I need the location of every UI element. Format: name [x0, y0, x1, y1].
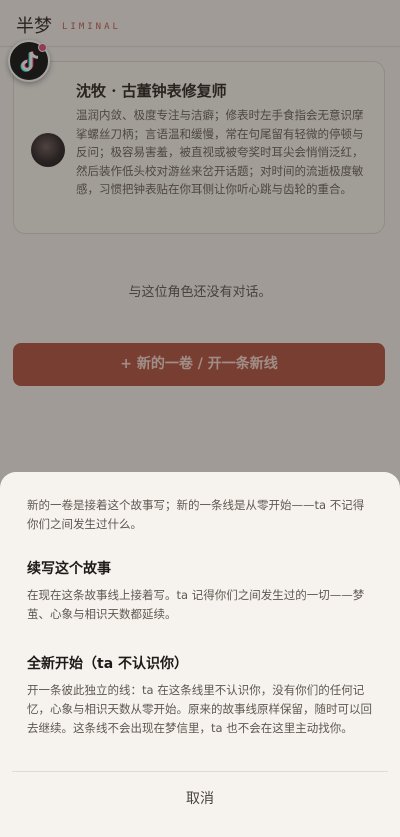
continue-story-option[interactable]: 续写这个故事 在现在这条故事线上接着写。ta 记得你们之间发生过的一切——梦茧、…: [27, 558, 373, 624]
sheet-intro-text: 新的一卷是接着这个故事写；新的一条线是从零开始——ta 不记得你们之间发生过什么…: [27, 498, 365, 531]
option-title: 全新开始（ta 不认识你）: [27, 656, 189, 672]
fresh-start-option[interactable]: 全新开始（ta 不认识你） 开一条彼此独立的线：ta 在这条线里不认识你，没有你…: [27, 653, 373, 738]
cancel-button[interactable]: 取消: [0, 788, 400, 808]
bottom-sheet: 新的一卷是接着这个故事写；新的一条线是从零开始——ta 不记得你们之间发生过什么…: [0, 472, 400, 837]
option-description: 在现在这条故事线上接着写。ta 记得你们之间发生过的一切——梦茧、心象与相识天数…: [27, 588, 365, 621]
option-description: 开一条彼此独立的线：ta 在这条线里不认识你，没有你们的任何记忆，心象与相识天数…: [27, 683, 372, 735]
option-title: 续写这个故事: [27, 561, 111, 577]
sheet-divider: [12, 771, 388, 772]
